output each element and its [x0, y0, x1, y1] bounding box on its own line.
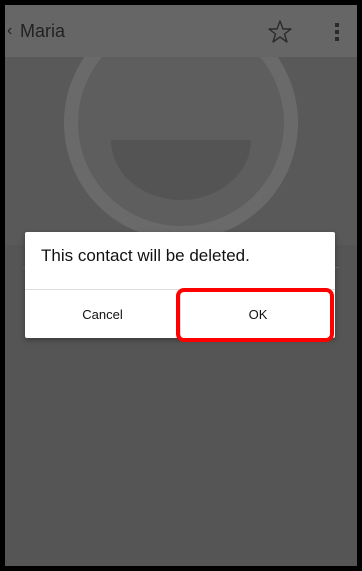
device-frame: ‹ Maria This contact will be deleted. Ca…: [0, 0, 362, 571]
delete-confirm-dialog: This contact will be deleted. Cancel OK: [25, 232, 335, 338]
overflow-menu-icon[interactable]: [327, 19, 347, 45]
default-contact-avatar-icon: [64, 57, 298, 240]
star-icon[interactable]: [267, 19, 293, 45]
app-bar: ‹ Maria: [5, 5, 357, 57]
contact-photo-area: [5, 57, 357, 245]
contact-name-title: Maria: [20, 20, 66, 41]
back-button[interactable]: ‹ Maria: [7, 18, 107, 44]
cancel-button[interactable]: Cancel: [25, 290, 180, 338]
ok-button[interactable]: OK: [181, 290, 335, 338]
chevron-left-icon: ‹: [7, 22, 13, 39]
dialog-message: This contact will be deleted.: [41, 246, 250, 265]
